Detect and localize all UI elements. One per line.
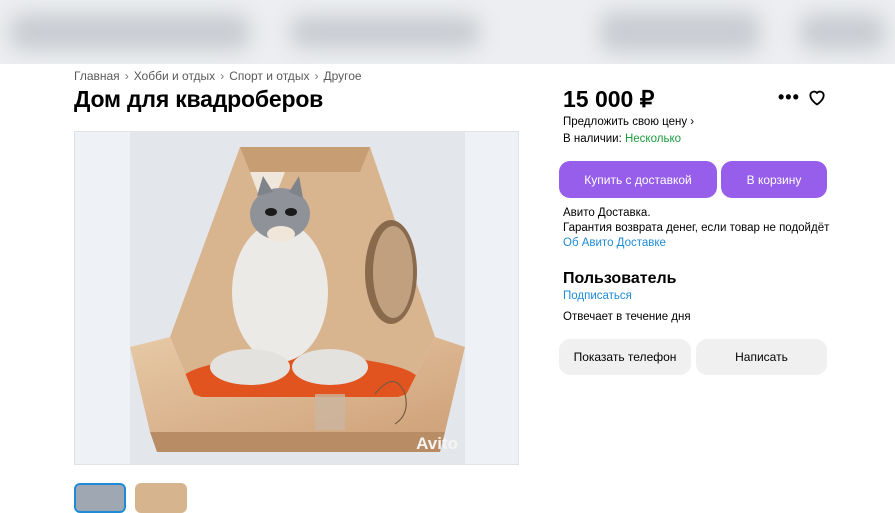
- breadcrumb-item-other[interactable]: Другое: [323, 69, 361, 83]
- write-message-button[interactable]: Написать: [696, 339, 827, 375]
- subscribe-link[interactable]: Подписаться: [563, 290, 632, 302]
- product-photo-illustration: [75, 132, 518, 464]
- add-to-cart-button[interactable]: В корзину: [721, 161, 827, 198]
- top-navigation-blurred: [0, 0, 895, 64]
- breadcrumb: Главная › Хобби и отдых › Спорт и отдых › Друг…: [74, 69, 362, 83]
- price: 15 000 ₽: [563, 86, 655, 112]
- breadcrumb-item-sport[interactable]: Спорт и отдых: [229, 69, 309, 83]
- photo-thumbnail-2[interactable]: [135, 483, 187, 513]
- avito-watermark: Avito: [416, 434, 458, 453]
- delivery-info: Авито Доставка. Гарантия возврата денег,…: [563, 206, 829, 251]
- delivery-title: Авито Доставка.: [563, 207, 651, 219]
- breadcrumb-separator: ›: [124, 69, 129, 83]
- availability: В наличии: Несколько: [563, 133, 681, 145]
- buy-with-delivery-button[interactable]: Купить с доставкой: [559, 161, 717, 198]
- breadcrumb-item-home[interactable]: Главная: [74, 69, 120, 83]
- breadcrumb-item-hobby[interactable]: Хобби и отдых: [134, 69, 216, 83]
- heart-icon[interactable]: [807, 87, 827, 107]
- seller-response-time: Отвечает в течение дня: [563, 311, 691, 323]
- show-phone-button[interactable]: Показать телефон: [559, 339, 691, 375]
- availability-value: Несколько: [624, 133, 681, 145]
- availability-label: В наличии:: [563, 133, 625, 145]
- breadcrumb-separator: ›: [220, 69, 225, 83]
- more-options-icon[interactable]: •••: [778, 87, 800, 108]
- offer-price-link[interactable]: Предложить свою цену ›: [563, 116, 694, 128]
- breadcrumb-separator: ›: [314, 69, 319, 83]
- listing-main-photo[interactable]: Avito: [74, 131, 519, 465]
- delivery-info-link[interactable]: Об Авито Доставке: [563, 236, 829, 251]
- delivery-guarantee: Гарантия возврата денег, если товар не п…: [563, 222, 830, 234]
- photo-thumbnail-1[interactable]: [74, 483, 126, 513]
- seller-name[interactable]: Пользователь: [563, 270, 676, 288]
- listing-title: Дом для квадроберов: [74, 86, 324, 112]
